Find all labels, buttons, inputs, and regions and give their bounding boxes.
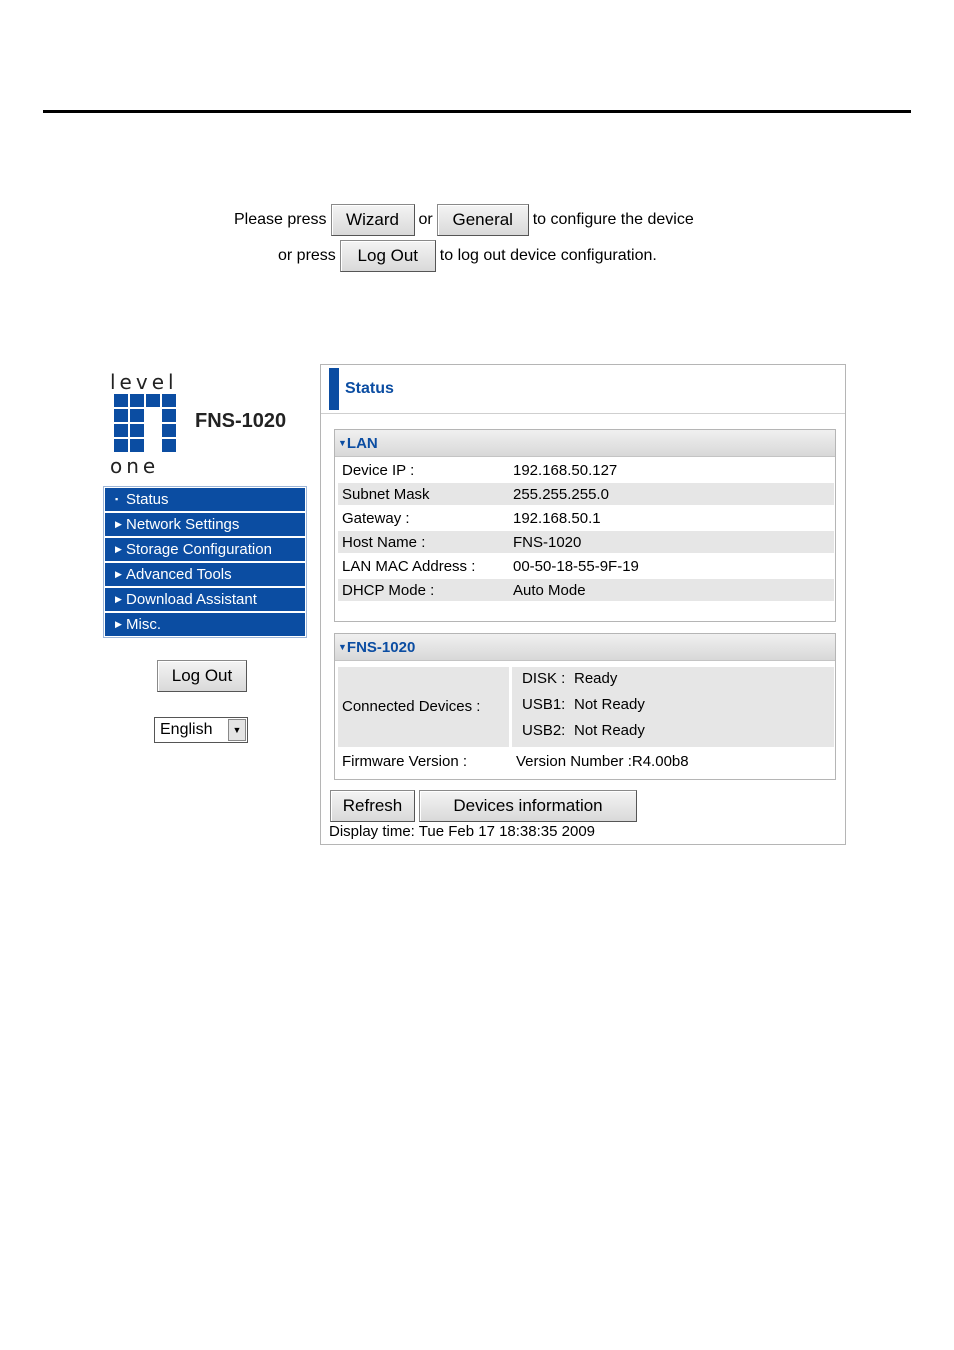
status-accent-bar bbox=[329, 368, 339, 410]
table-row: Host Name : FNS-1020 bbox=[338, 531, 834, 553]
row-value: 192.168.50.127 bbox=[513, 461, 618, 479]
row-label: Gateway : bbox=[342, 509, 410, 527]
triangle-down-icon: ▼ bbox=[338, 642, 347, 652]
sidebar-menu: ▪ Status ▶ Network Settings ▶ Storage Co… bbox=[103, 486, 307, 638]
sidebar-item-storage-configuration[interactable]: ▶ Storage Configuration bbox=[105, 538, 305, 561]
display-time: Display time: Tue Feb 17 18:38:35 2009 bbox=[329, 823, 596, 840]
lan-section-header[interactable]: ▼LAN bbox=[335, 430, 835, 457]
instruction-text: to log out device configuration. bbox=[439, 247, 657, 264]
page-title: Status bbox=[345, 380, 394, 397]
sidebar-logout-button[interactable]: Log Out bbox=[157, 660, 247, 692]
chevron-down-icon[interactable]: ▼ bbox=[228, 719, 246, 741]
sidebar-item-label: Misc. bbox=[126, 616, 161, 633]
row-label: DHCP Mode : bbox=[338, 579, 509, 601]
lan-table: Device IP : 192.168.50.127 Subnet Mask 255… bbox=[338, 457, 834, 603]
firmware-value: Version Number :R4.00b8 bbox=[516, 753, 689, 770]
triangle-right-icon: ▶ bbox=[115, 619, 122, 629]
firmware-row: Firmware Version : Version Number :R4.00… bbox=[338, 750, 834, 774]
status-header: Status bbox=[321, 365, 845, 414]
sidebar-item-network-settings[interactable]: ▶ Network Settings bbox=[105, 513, 305, 536]
device-section: ▼FNS-1020 Connected Devices : DISK : Read… bbox=[334, 633, 836, 780]
row-value: 00-50-18-55-9F-19 bbox=[513, 557, 639, 575]
instruction-text: or press bbox=[278, 247, 336, 264]
levelone-logo: level one bbox=[110, 370, 190, 478]
row-label: Host Name : bbox=[338, 531, 509, 553]
triangle-right-icon: ▶ bbox=[115, 519, 122, 529]
list-item: USB1: Not Ready bbox=[522, 696, 645, 713]
general-button[interactable]: General bbox=[436, 204, 529, 236]
status-panel: Status ▼LAN Device IP :192.168.50.127 Su… bbox=[320, 364, 846, 845]
connected-devices: Connected Devices : DISK : Ready USB1: Not… bbox=[338, 667, 834, 747]
lan-section-title: LAN bbox=[346, 435, 378, 452]
device-state: Ready bbox=[574, 670, 618, 687]
connected-devices-label: Connected Devices : bbox=[338, 667, 509, 747]
instruction-line-1: Please press Wizard or General to config… bbox=[234, 204, 694, 236]
sidebar-item-misc[interactable]: ▶ Misc. bbox=[105, 613, 305, 636]
row-label: LAN MAC Address : bbox=[342, 557, 476, 575]
device-name: USB2: bbox=[522, 722, 566, 739]
device-state: Not Ready bbox=[574, 722, 645, 739]
sidebar-item-label: Status bbox=[126, 491, 169, 508]
row-value: Auto Mode bbox=[509, 579, 834, 601]
table-row: Subnet Mask 255.255.255.0 bbox=[338, 483, 834, 505]
language-value: English bbox=[160, 721, 213, 738]
triangle-right-icon: ▶ bbox=[115, 594, 122, 604]
instruction-line-2: or press Log Out to log out device confi… bbox=[278, 240, 657, 272]
device-section-header[interactable]: ▼FNS-1020 bbox=[335, 634, 835, 661]
device-state: Not Ready bbox=[574, 696, 645, 713]
sidebar-item-advanced-tools[interactable]: ▶ Advanced Tools bbox=[105, 563, 305, 586]
wizard-button[interactable]: Wizard bbox=[330, 204, 415, 236]
refresh-button[interactable]: Refresh bbox=[330, 790, 415, 822]
row-label: Device IP : bbox=[342, 461, 415, 479]
logo-word-bottom: one bbox=[110, 454, 160, 478]
sidebar-item-label: Network Settings bbox=[126, 516, 240, 533]
language-select[interactable]: English ▼ bbox=[154, 717, 248, 743]
lan-section: ▼LAN Device IP : 192.168.50.127 Subnet Ma… bbox=[334, 429, 836, 622]
firmware-label: Firmware Version : bbox=[342, 753, 468, 770]
row-label: Subnet Mask bbox=[338, 483, 509, 505]
row-value: 192.168.50.1 bbox=[513, 509, 601, 527]
devices-information-button[interactable]: Devices information bbox=[419, 790, 637, 822]
instruction-text: Please press bbox=[234, 211, 327, 228]
bullet-icon: ▪ bbox=[115, 494, 119, 504]
table-row: Device IP : 192.168.50.127 bbox=[338, 459, 834, 481]
instruction-text: or bbox=[418, 211, 433, 228]
logout-button[interactable]: Log Out bbox=[339, 240, 436, 272]
page-rule bbox=[43, 110, 911, 113]
triangle-right-icon: ▶ bbox=[115, 544, 122, 554]
row-value: FNS-1020 bbox=[509, 531, 834, 553]
row-value: 255.255.255.0 bbox=[509, 483, 834, 505]
logo-word-top: level bbox=[110, 370, 178, 394]
device-name: DISK : bbox=[522, 670, 566, 687]
sidebar-item-label: Advanced Tools bbox=[126, 566, 232, 583]
device-section-title: FNS-1020 bbox=[346, 639, 416, 656]
triangle-down-icon: ▼ bbox=[338, 438, 347, 448]
list-item: USB2: Not Ready bbox=[522, 722, 645, 739]
sidebar-item-status[interactable]: ▪ Status bbox=[105, 488, 305, 511]
model-name: FNS-1020 bbox=[195, 410, 287, 432]
table-row: LAN MAC Address : 00-50-18-55-9F-19 bbox=[338, 555, 834, 577]
sidebar-item-label: Storage Configuration bbox=[126, 541, 272, 558]
list-item: DISK : Ready bbox=[522, 670, 617, 687]
table-row: DHCP Mode : Auto Mode bbox=[338, 579, 834, 601]
table-row: Gateway : 192.168.50.1 bbox=[338, 507, 834, 529]
device-name: USB1: bbox=[522, 696, 566, 713]
connected-devices-list: DISK : Ready USB1: Not Ready USB2: Not Read… bbox=[512, 667, 834, 747]
sidebar-item-download-assistant[interactable]: ▶ Download Assistant bbox=[105, 588, 305, 611]
sidebar-item-label: Download Assistant bbox=[126, 591, 257, 608]
triangle-right-icon: ▶ bbox=[115, 569, 122, 579]
instruction-text: to configure the device bbox=[532, 211, 694, 228]
